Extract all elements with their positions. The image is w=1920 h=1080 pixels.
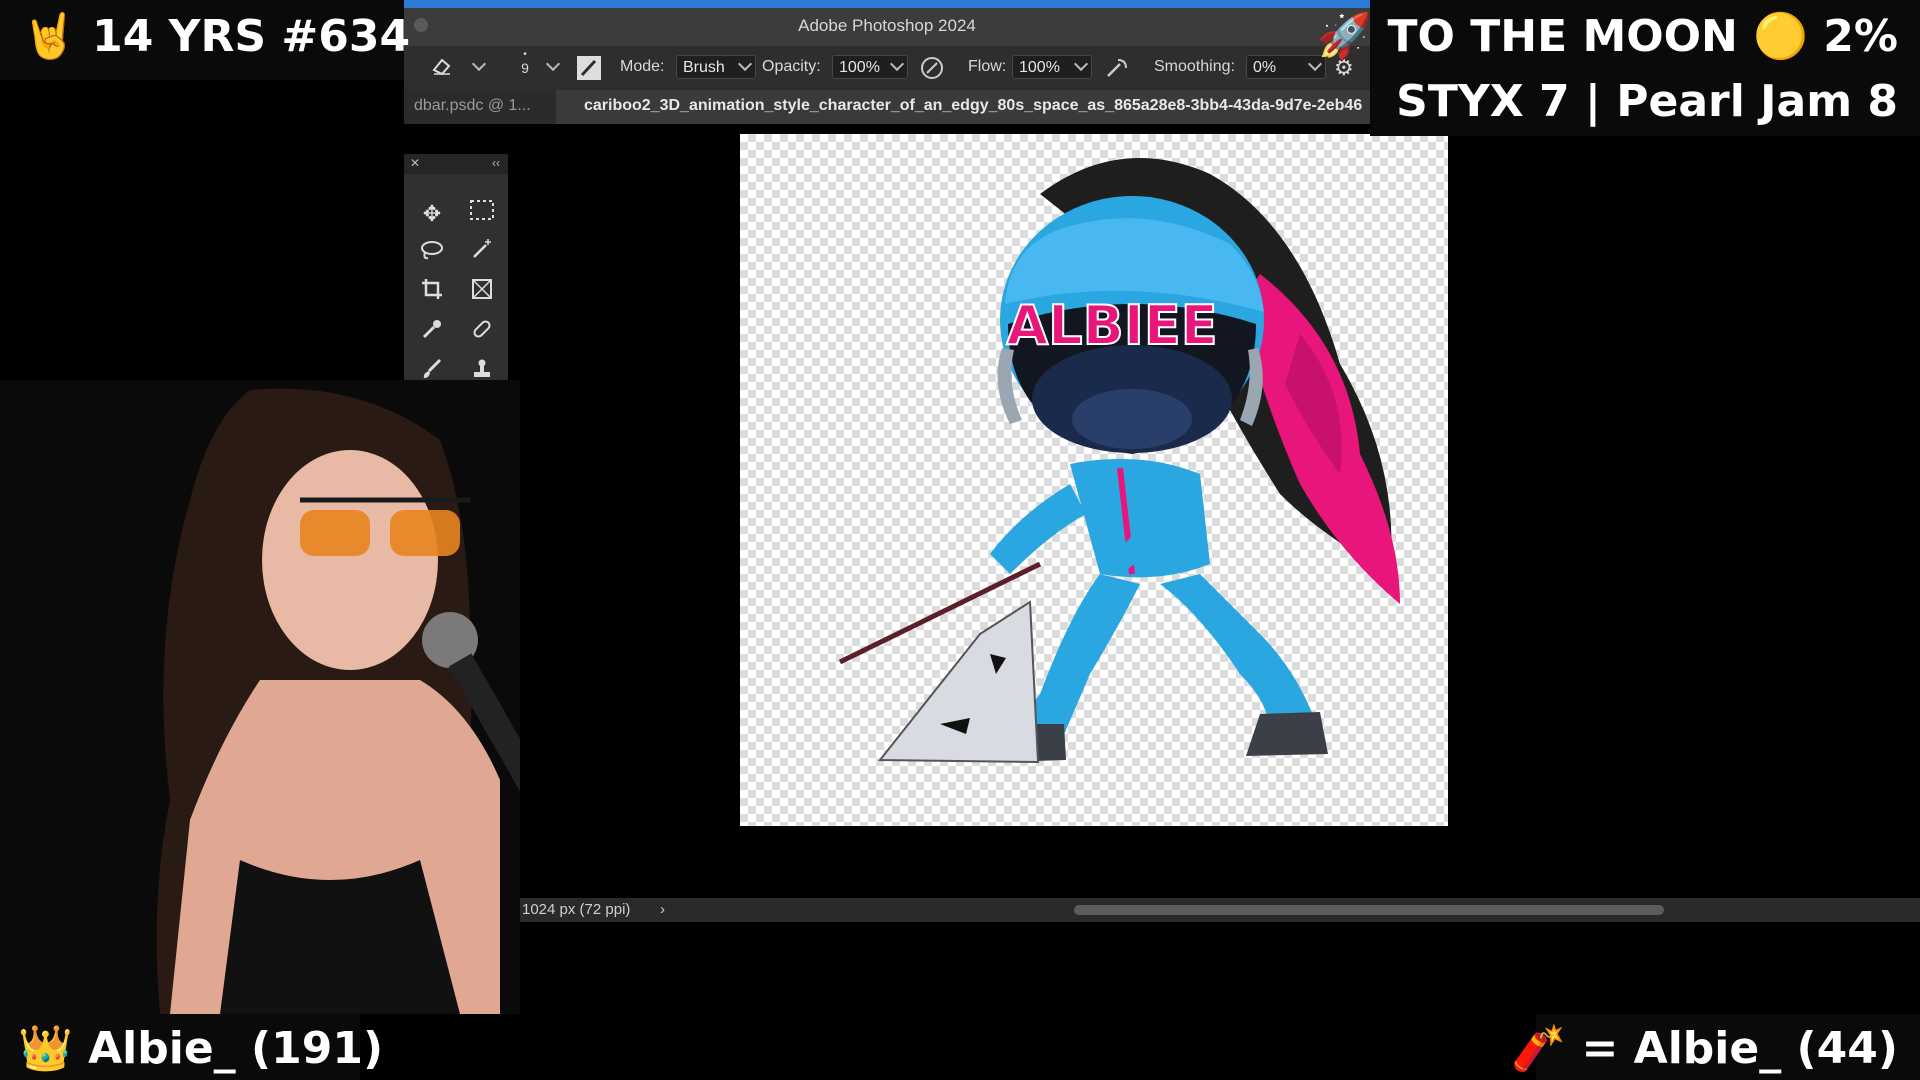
horizontal-scrollbar[interactable] xyxy=(1074,905,1664,915)
overlay-top-right: 🚀 TO THE MOON 🟡 2% STYX 7 | Pearl Jam 8 xyxy=(1317,0,1920,136)
brush-settings-icon[interactable] xyxy=(576,55,602,86)
mode-label: Mode: xyxy=(620,58,665,75)
overlay-top-left: 🤘 14 YRS #634 xyxy=(0,0,410,80)
streamer-video xyxy=(0,380,552,1015)
top-supporter-label: Albie_ (191) xyxy=(88,1023,384,1074)
tool-options-bar: • 9 Mode: Brush Opacity: 100% Flow: 100%… xyxy=(404,46,1370,91)
helmet-text: ALBIEE xyxy=(1006,294,1217,357)
pressure-opacity-icon[interactable] xyxy=(920,56,944,85)
crop-tool-icon[interactable] xyxy=(412,276,452,312)
overlay-subs-text: 🤘 14 YRS #634 xyxy=(22,10,410,62)
subs-label: 14 YRS #634 xyxy=(92,11,411,62)
character-artwork: ALBIEE xyxy=(838,158,1400,764)
move-tool-icon[interactable]: ✥ xyxy=(412,196,452,232)
brush-size-value: 9 xyxy=(521,60,529,76)
lasso-tool-icon[interactable] xyxy=(412,236,452,272)
webcam-feed xyxy=(0,380,552,1015)
overlay-bottom-right: 🧨 = Albie_ (44) xyxy=(1511,1014,1920,1080)
frame-tool-icon[interactable] xyxy=(462,276,502,312)
eraser-preset-icon[interactable] xyxy=(430,54,454,83)
document-size-info: 1024 px (72 ppi) xyxy=(522,901,631,918)
goal-text: 🚀 TO THE MOON 🟡 2% xyxy=(1317,11,1898,62)
rock-hand-icon: 🤘 xyxy=(22,11,77,62)
eyedropper-icon[interactable] xyxy=(412,316,452,352)
crown-icon: 👑 xyxy=(18,1023,73,1074)
chevron-down-icon[interactable] xyxy=(545,56,561,72)
flow-label: Flow: xyxy=(968,58,1007,75)
brush-size-picker[interactable]: • 9 xyxy=(518,50,532,77)
smoothing-label: Smoothing: xyxy=(1154,58,1235,75)
document-canvas[interactable]: ALBIEE xyxy=(740,134,1448,826)
airbrush-icon[interactable] xyxy=(1104,56,1130,85)
poll-text: STYX 7 | Pearl Jam 8 xyxy=(1396,76,1898,127)
tools-panel-header: ✕ ‹‹ xyxy=(404,154,508,174)
top-supporter: 👑 Albie_ (191) xyxy=(18,1022,383,1074)
title-bar: Adobe Photoshop 2024 xyxy=(404,0,1370,46)
magic-wand-icon[interactable] xyxy=(462,236,502,272)
chevron-right-icon[interactable]: › xyxy=(660,898,665,922)
marquee-tool-icon[interactable] xyxy=(462,196,502,232)
close-icon[interactable]: ✕ xyxy=(410,156,420,170)
firecracker-label: = Albie_ (44) xyxy=(1581,1023,1898,1074)
firecracker-icon: 🧨 xyxy=(1511,1023,1567,1074)
tab-dbar[interactable]: dbar.psdc @ 1... xyxy=(404,90,556,124)
chevron-down-icon[interactable] xyxy=(471,56,487,72)
healing-brush-icon[interactable] xyxy=(462,316,502,352)
app-title: Adobe Photoshop 2024 xyxy=(798,16,976,35)
opacity-label: Opacity: xyxy=(762,58,821,75)
firecracker-leader: 🧨 = Albie_ (44) xyxy=(1511,1022,1898,1074)
document-tabs: dbar.psdc @ 1... cariboo2_3D_animation_s… xyxy=(404,90,1370,124)
tab-cariboo-active[interactable]: cariboo2_3D_animation_style_character_of… xyxy=(556,90,1370,124)
overlay-bottom-left: 👑 Albie_ (191) xyxy=(0,1014,383,1080)
collapse-icon[interactable]: ‹‹ xyxy=(492,156,500,170)
